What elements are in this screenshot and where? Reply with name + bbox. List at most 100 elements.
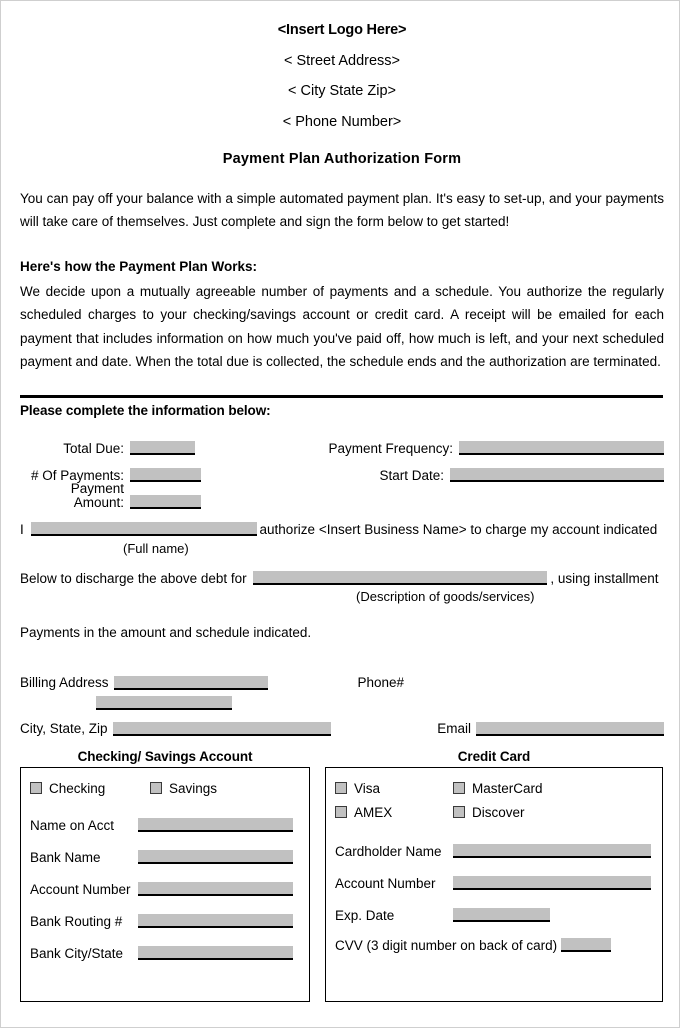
total-due-label: Total Due:: [63, 440, 124, 456]
bank-name-input[interactable]: [138, 850, 293, 865]
row-billing-address: Billing Address Phone#: [20, 668, 664, 690]
checkbox-item-mastercard[interactable]: MasterCard: [453, 781, 543, 796]
checkbox-visa-icon[interactable]: [335, 782, 347, 795]
row-billing-address-line2: [20, 690, 664, 710]
full-name-caption: (Full name): [123, 540, 189, 556]
how-it-works-paragraph: We decide upon a mutually agreeable numb…: [20, 284, 664, 369]
row-total-due: Total Due: Payment Frequency:: [20, 428, 664, 456]
row-cc-account-number: Account Number: [335, 858, 653, 891]
checkbox-amex-icon[interactable]: [335, 806, 347, 819]
exp-date-input[interactable]: [453, 908, 550, 923]
checkbox-checking-label: Checking: [49, 780, 106, 796]
authorization-sentence: I authorize <Insert Business Name> to ch…: [20, 509, 664, 539]
account-number-input[interactable]: [138, 882, 293, 897]
intro-paragraph: You can pay off your balance with a simp…: [20, 190, 664, 229]
city-state-zip-placeholder: < City State Zip>: [288, 83, 396, 99]
bank-routing-label: Bank Routing #: [30, 913, 123, 929]
checkbox-amex-label: AMEX: [354, 804, 393, 820]
how-it-works-heading: Here's how the Payment Plan Works:: [20, 258, 258, 274]
cvv-input[interactable]: [561, 938, 612, 953]
checkbox-item-discover[interactable]: Discover: [453, 805, 525, 820]
row-city-state-zip: City, State, Zip Email: [20, 710, 664, 736]
authorize-suffix: authorize <Insert Business Name> to char…: [259, 522, 658, 538]
cc-account-number-input[interactable]: [453, 876, 651, 891]
row-bank-name: Bank Name: [30, 832, 300, 865]
row-num-payments: # Of Payments: Start Date:: [20, 455, 664, 483]
account-number-label: Account Number: [30, 881, 131, 897]
bank-city-state-input[interactable]: [138, 946, 293, 961]
phone-label: Phone#: [357, 675, 404, 691]
street-address-placeholder: < Street Address>: [283, 52, 401, 69]
start-date-input[interactable]: [450, 468, 664, 483]
credit-card-checkbox-row-2: AMEX Discover: [335, 800, 653, 824]
num-payments-label: # Of Payments:: [30, 467, 124, 483]
name-on-acct-label: Name on Acct: [30, 817, 115, 833]
payment-method-boxes: Checking/ Savings Account Checking Savin…: [20, 736, 664, 1003]
city-state-zip-label: City, State, Zip: [20, 721, 108, 737]
authorize-prefix: I: [20, 522, 24, 538]
email-input[interactable]: [476, 721, 664, 736]
description-input[interactable]: [253, 570, 548, 585]
document-page: <Insert Logo Here> < Street Address> < C…: [0, 0, 680, 1028]
checking-savings-column: Checking/ Savings Account Checking Savin…: [20, 750, 310, 1003]
checkbox-item-checking[interactable]: Checking: [30, 781, 105, 796]
discharge-suffix: , using installment: [550, 570, 659, 586]
credit-card-column: Credit Card Visa MasterCard AMEX Discove…: [325, 750, 663, 1003]
payment-amount-input[interactable]: [130, 495, 201, 510]
row-bank-routing: Bank Routing #: [30, 896, 300, 929]
total-due-input[interactable]: [130, 441, 195, 456]
billing-address-line2-input[interactable]: [96, 695, 232, 710]
num-payments-input[interactable]: [130, 468, 201, 483]
checkbox-visa-label: Visa: [354, 780, 381, 796]
description-caption: (Description of goods/services): [356, 589, 535, 605]
billing-address-label: Billing Address: [20, 675, 109, 691]
billing-address-input[interactable]: [113, 675, 268, 690]
checkbox-discover-icon[interactable]: [453, 806, 465, 819]
logo-placeholder: <Insert Logo Here>: [277, 22, 407, 38]
checkbox-item-visa[interactable]: Visa: [335, 781, 453, 796]
document-body: <Insert Logo Here> < Street Address> < C…: [1, 1, 680, 1003]
cc-account-number-label: Account Number: [335, 875, 436, 891]
checkbox-mastercard-label: MasterCard: [472, 780, 543, 796]
checkbox-mastercard-icon[interactable]: [453, 782, 465, 795]
row-cvv: CVV (3 digit number on back of card): [335, 922, 653, 953]
email-label: Email: [437, 721, 471, 737]
checkbox-discover-label: Discover: [472, 804, 525, 820]
checking-savings-checkbox-row: Checking Savings: [30, 776, 300, 800]
complete-info-heading: Please complete the information below:: [20, 403, 271, 419]
phone-number-placeholder: < Phone Number>: [282, 113, 402, 130]
cvv-label: CVV (3 digit number on back of card): [335, 937, 558, 953]
bank-city-state-label: Bank City/State: [30, 945, 124, 961]
credit-card-title: Credit Card: [457, 748, 531, 764]
credit-card-box: Visa MasterCard AMEX Discover Cardholder…: [325, 767, 663, 1003]
row-name-on-acct: Name on Acct: [30, 800, 300, 833]
row-exp-date: Exp. Date: [335, 890, 653, 923]
full-name-input[interactable]: [30, 522, 257, 537]
payment-details-grid: Total Due: Payment Frequency: # Of Payme…: [20, 418, 664, 510]
checkbox-item-amex[interactable]: AMEX: [335, 805, 453, 820]
name-on-acct-input[interactable]: [138, 818, 293, 833]
page-title: Payment Plan Authorization Form: [222, 151, 462, 167]
checking-savings-title: Checking/ Savings Account: [77, 748, 253, 764]
payments-schedule-text: Payments in the amount and schedule indi…: [20, 624, 312, 640]
start-date-label: Start Date:: [379, 467, 444, 483]
payment-amount-label: Payment Amount:: [70, 481, 124, 510]
bank-name-label: Bank Name: [30, 849, 101, 865]
checkbox-savings-icon[interactable]: [149, 782, 162, 795]
checkbox-item-savings[interactable]: Savings: [149, 780, 217, 796]
bank-routing-input[interactable]: [138, 914, 293, 929]
payment-frequency-input[interactable]: [459, 441, 664, 456]
cardholder-name-label: Cardholder Name: [335, 843, 442, 859]
checkbox-checking-icon[interactable]: [30, 782, 42, 795]
row-bank-city-state: Bank City/State: [30, 928, 300, 961]
cardholder-name-input[interactable]: [453, 844, 651, 859]
discharge-prefix: Below to discharge the above debt for: [20, 570, 247, 586]
credit-card-checkbox-row-1: Visa MasterCard: [335, 776, 653, 800]
city-state-zip-input[interactable]: [112, 721, 331, 736]
billing-block: Billing Address Phone# City, State, Zip …: [20, 642, 664, 736]
checkbox-savings-label: Savings: [168, 780, 217, 796]
row-cardholder-name: Cardholder Name: [335, 824, 653, 859]
row-account-number: Account Number: [30, 864, 300, 897]
checking-savings-box: Checking Savings Name on Acct Bank Name: [20, 767, 310, 1003]
exp-date-label: Exp. Date: [335, 907, 395, 923]
